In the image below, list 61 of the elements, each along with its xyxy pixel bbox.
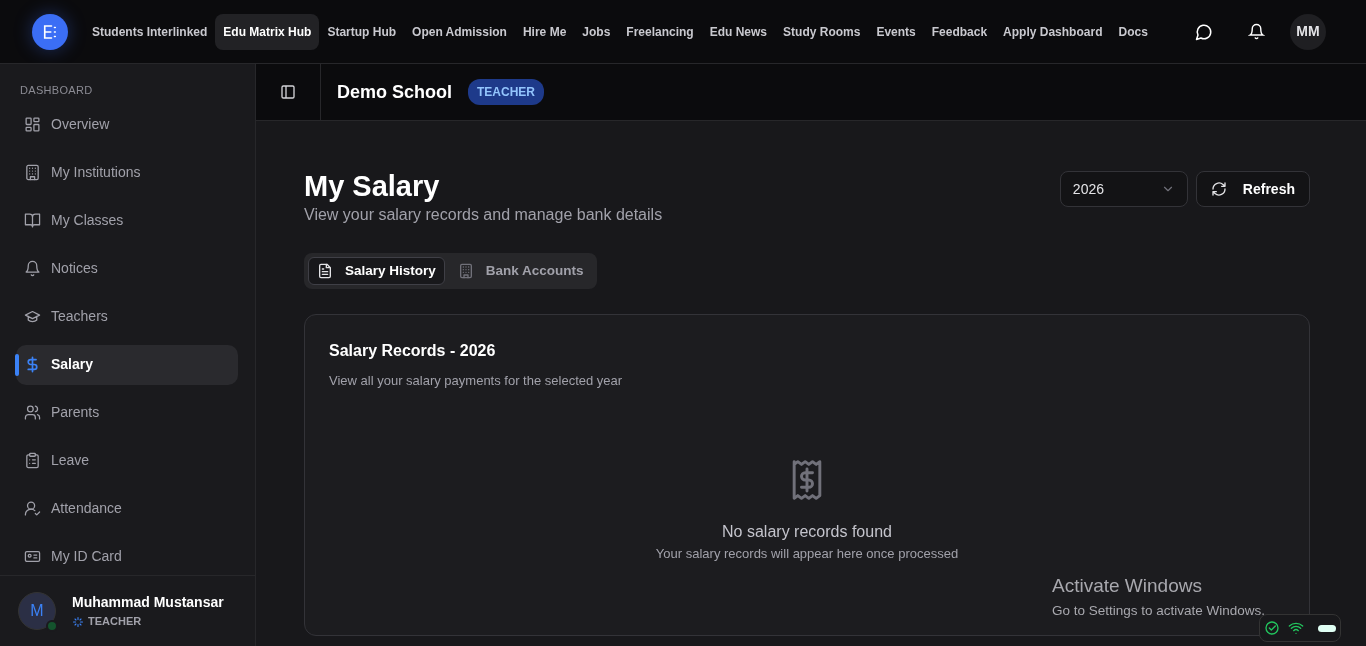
refresh-button[interactable]: Refresh	[1195, 171, 1310, 207]
nav-link[interactable]: Hire Me	[514, 13, 575, 50]
user-name: Muhammad Mustansar	[72, 593, 224, 613]
building-icon	[24, 164, 41, 181]
nav-link[interactable]: Freelancing	[618, 13, 702, 50]
nav-link[interactable]: Events	[868, 13, 924, 50]
year-select[interactable]: 2026	[1059, 171, 1188, 207]
nav-link[interactable]: Startup Hub	[319, 13, 405, 50]
check-circle-icon	[1264, 620, 1280, 636]
nav-link[interactable]: Feedback	[923, 13, 996, 50]
sidebar-item[interactable]: My Institutions	[16, 152, 238, 193]
nav-link[interactable]: Edu Matrix Hub	[215, 13, 320, 50]
dollar-icon	[24, 356, 41, 373]
users-icon	[24, 404, 41, 421]
id-card-icon	[24, 548, 41, 565]
user-role: TEACHER	[88, 614, 142, 630]
page-subtitle: View your salary records and manage bank details	[304, 204, 663, 225]
wifi-icon	[1288, 620, 1304, 636]
empty-state-title: No salary records found	[722, 522, 892, 543]
active-indicator	[15, 353, 19, 376]
nav-link[interactable]: Jobs	[574, 13, 619, 50]
page-title: My Salary	[304, 171, 441, 203]
nav-link[interactable]: Edu News	[701, 13, 776, 50]
role-badge: TEACHER	[468, 79, 545, 105]
sidebar-item[interactable]: Parents	[16, 392, 238, 433]
dashboard-grid-icon	[24, 116, 41, 133]
graduation-cap-icon	[24, 308, 41, 325]
user-check-icon	[24, 500, 41, 517]
user-avatar[interactable]: MM	[1290, 13, 1326, 50]
sidebar-item[interactable]: My ID Card	[16, 536, 238, 575]
card-subtitle: View all your salary payments for the selected year	[329, 371, 624, 390]
clipboard-icon	[24, 452, 41, 469]
sidebar-item[interactable]: Salary	[16, 344, 238, 385]
section-label: DASHBOARD	[19, 83, 94, 98]
sidebar-item[interactable]: Teachers	[16, 296, 238, 337]
tab[interactable]: Salary History	[308, 256, 445, 285]
nav-link[interactable]: Open Admission	[404, 13, 515, 50]
sidebar-item[interactable]: Leave	[16, 440, 238, 481]
building-icon	[457, 262, 474, 279]
document-icon	[317, 262, 333, 279]
bell-icon	[24, 260, 41, 277]
watermark-text: Go to Settings to activate Windows.	[1052, 601, 1266, 620]
battery-icon	[1318, 624, 1336, 632]
user-avatar: M	[18, 592, 56, 630]
sidebar-item[interactable]: Attendance	[16, 488, 238, 529]
nav-link[interactable]: Apply Dashboard	[995, 13, 1111, 50]
tab[interactable]: Bank Accounts	[448, 256, 593, 285]
empty-state-text: Your salary records will appear here once processed	[655, 545, 959, 564]
school-name: Demo School	[337, 80, 452, 104]
nav-link[interactable]: Docs	[1110, 13, 1156, 50]
logo-icon[interactable]	[32, 13, 68, 50]
nav-link[interactable]: Students Interlinked	[84, 13, 216, 50]
sidebar-item[interactable]: My Classes	[16, 200, 238, 241]
nav-link[interactable]: Study Rooms	[775, 13, 869, 50]
sidebar-item[interactable]: Overview	[16, 104, 238, 145]
book-icon	[24, 212, 41, 229]
watermark-title: Activate Windows	[1052, 574, 1203, 598]
sidebar-item[interactable]: Notices	[16, 248, 238, 289]
card-title: Salary Records - 2026	[329, 340, 497, 361]
refresh-icon	[1210, 181, 1227, 197]
sparkle-icon	[72, 615, 84, 628]
